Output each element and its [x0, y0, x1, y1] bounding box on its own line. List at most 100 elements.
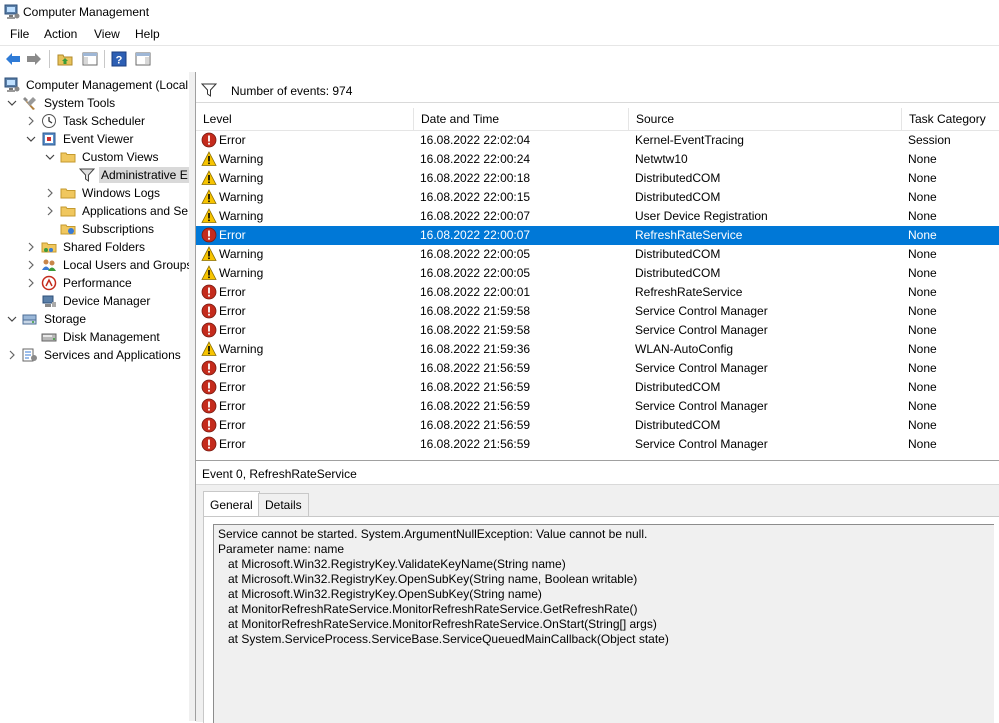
menu-file[interactable]: File	[8, 27, 31, 41]
cell-source: Service Control Manager	[635, 304, 768, 318]
cell-date-time: 16.08.2022 21:56:59	[420, 399, 531, 413]
expand-chevron-icon[interactable]	[7, 350, 17, 360]
event-viewer-icon	[41, 131, 57, 147]
cell-date-time: 16.08.2022 22:00:05	[420, 266, 531, 280]
cell-source: DistributedCOM	[635, 266, 721, 280]
tree-item-disk-management[interactable]: Disk Management	[26, 328, 162, 346]
folder-icon	[60, 203, 76, 219]
table-row[interactable]: Warning 16.08.2022 22:00:05 DistributedCOM…	[196, 245, 999, 264]
table-row[interactable]: Error 16.08.2022 21:56:59 DistributedCOM No…	[196, 378, 999, 397]
expand-chevron-icon[interactable]	[45, 206, 55, 216]
cell-source: Service Control Manager	[635, 437, 768, 451]
expand-chevron-icon[interactable]	[26, 260, 36, 270]
error-icon	[201, 436, 217, 452]
shared-folder-icon	[41, 239, 57, 255]
show-hide-console-tree-icon[interactable]	[81, 50, 99, 68]
table-row[interactable]: Error 16.08.2022 22:00:07 RefreshRateServi…	[196, 226, 999, 245]
error-icon	[201, 322, 217, 338]
cell-task-category: None	[908, 247, 937, 261]
cell-task-category: None	[908, 323, 937, 337]
folder-icon	[60, 185, 76, 201]
column-header-source[interactable]: Source	[629, 108, 902, 130]
tree-item-label: Performance	[63, 276, 132, 290]
cell-date-time: 16.08.2022 21:56:59	[420, 437, 531, 451]
tree-item-administrative-e[interactable]: Administrative E	[64, 166, 189, 184]
cell-source: RefreshRateService	[635, 228, 743, 242]
collapse-chevron-icon[interactable]	[45, 152, 55, 162]
filter-bar: Number of events: 974	[196, 78, 999, 103]
collapse-chevron-icon[interactable]	[7, 98, 17, 108]
show-hide-action-pane-icon[interactable]	[134, 50, 152, 68]
table-row[interactable]: Warning 16.08.2022 22:00:18 DistributedCOM…	[196, 169, 999, 188]
tree-item-label: Subscriptions	[82, 222, 155, 236]
collapse-chevron-icon[interactable]	[26, 134, 36, 144]
tree-item-label: Computer Management (Local	[26, 78, 189, 92]
event-count: Number of events: 974	[231, 84, 353, 98]
tree-item-windows-logs[interactable]: Windows Logs	[45, 184, 162, 202]
expand-chevron-icon[interactable]	[26, 116, 36, 126]
cell-level: Warning	[219, 171, 264, 185]
folder-icon	[60, 149, 76, 165]
expand-chevron-icon[interactable]	[26, 242, 36, 252]
event-detail-pane: Event 0, RefreshRateService General Deta…	[196, 460, 999, 723]
cell-level: Warning	[219, 209, 264, 223]
table-row[interactable]: Warning 16.08.2022 22:00:24 Netwtw10 None	[196, 150, 999, 169]
table-row[interactable]: Error 16.08.2022 21:56:59 Service Control …	[196, 359, 999, 378]
table-row[interactable]: Error 16.08.2022 21:56:59 Service Control …	[196, 397, 999, 416]
tree-item-system-tools[interactable]: System Tools	[7, 94, 117, 112]
tree-item-event-viewer[interactable]: Event Viewer	[26, 130, 135, 148]
event-detail-header: Event 0, RefreshRateService	[196, 461, 999, 485]
cell-task-category: None	[908, 361, 937, 375]
up-folder-icon[interactable]	[56, 50, 74, 68]
warning-icon	[201, 189, 217, 205]
expand-chevron-icon[interactable]	[26, 278, 36, 288]
tree-item-applications-and-se[interactable]: Applications and Se	[45, 202, 189, 220]
menu-help[interactable]: Help	[133, 27, 162, 41]
table-row[interactable]: Warning 16.08.2022 22:00:07 User Device Re…	[196, 207, 999, 226]
cell-source: DistributedCOM	[635, 171, 721, 185]
collapse-chevron-icon[interactable]	[7, 314, 17, 324]
menu-action[interactable]: Action	[42, 27, 79, 41]
tree-item-services-and-applications[interactable]: Services and Applications	[7, 346, 183, 364]
table-row[interactable]: Error 16.08.2022 21:59:58 Service Control …	[196, 321, 999, 340]
tree-item-subscriptions[interactable]: Subscriptions	[45, 220, 156, 238]
forward-arrow-icon[interactable]	[25, 50, 43, 68]
cell-level: Error	[219, 323, 246, 337]
tab-general[interactable]: General	[203, 491, 260, 516]
cell-level: Error	[219, 133, 246, 147]
table-row[interactable]: Warning 16.08.2022 21:59:36 WLAN-AutoConfi…	[196, 340, 999, 359]
table-row[interactable]: Error 16.08.2022 22:00:01 RefreshRateServi…	[196, 283, 999, 302]
table-row[interactable]: Warning 16.08.2022 22:00:05 DistributedCOM…	[196, 264, 999, 283]
disk-icon	[41, 329, 57, 345]
tree-item-task-scheduler[interactable]: Task Scheduler	[26, 112, 147, 130]
table-row[interactable]: Error 16.08.2022 21:59:58 Service Control …	[196, 302, 999, 321]
tree-item-performance[interactable]: Performance	[26, 274, 134, 292]
column-header-task-category[interactable]: Task Category	[902, 108, 999, 130]
table-row[interactable]: Warning 16.08.2022 22:00:15 DistributedCOM…	[196, 188, 999, 207]
cell-level: Error	[219, 304, 246, 318]
cell-task-category: None	[908, 418, 937, 432]
help-icon[interactable]: ?	[110, 50, 128, 68]
table-row[interactable]: Error 16.08.2022 22:02:04 Kernel-EventTrac…	[196, 131, 999, 150]
menu-view[interactable]: View	[92, 27, 122, 41]
expand-chevron-icon[interactable]	[45, 188, 55, 198]
tree-item-computer-management-local[interactable]: Computer Management (Local	[4, 76, 189, 94]
table-row[interactable]: Error 16.08.2022 21:56:59 Service Control …	[196, 435, 999, 454]
pane-splitter[interactable]	[189, 72, 196, 721]
tree-item-custom-views[interactable]: Custom Views	[45, 148, 160, 166]
tab-details[interactable]: Details	[258, 493, 309, 516]
toolbar-separator	[104, 50, 105, 68]
column-header-level[interactable]: Level	[196, 108, 414, 130]
back-arrow-icon[interactable]	[4, 50, 22, 68]
tree-item-storage[interactable]: Storage	[7, 310, 88, 328]
column-header-date-time[interactable]: Date and Time	[414, 108, 629, 130]
event-description-box[interactable]: Service cannot be started. System.Argume…	[213, 524, 994, 723]
tree-item-local-users-and-groups[interactable]: Local Users and Groups	[26, 256, 189, 274]
tree-item-shared-folders[interactable]: Shared Folders	[26, 238, 147, 256]
table-row[interactable]: Error 16.08.2022 21:56:59 DistributedCOM No…	[196, 416, 999, 435]
tree-item-device-manager[interactable]: Device Manager	[26, 292, 152, 310]
cell-level: Warning	[219, 247, 264, 261]
cell-date-time: 16.08.2022 22:02:04	[420, 133, 531, 147]
